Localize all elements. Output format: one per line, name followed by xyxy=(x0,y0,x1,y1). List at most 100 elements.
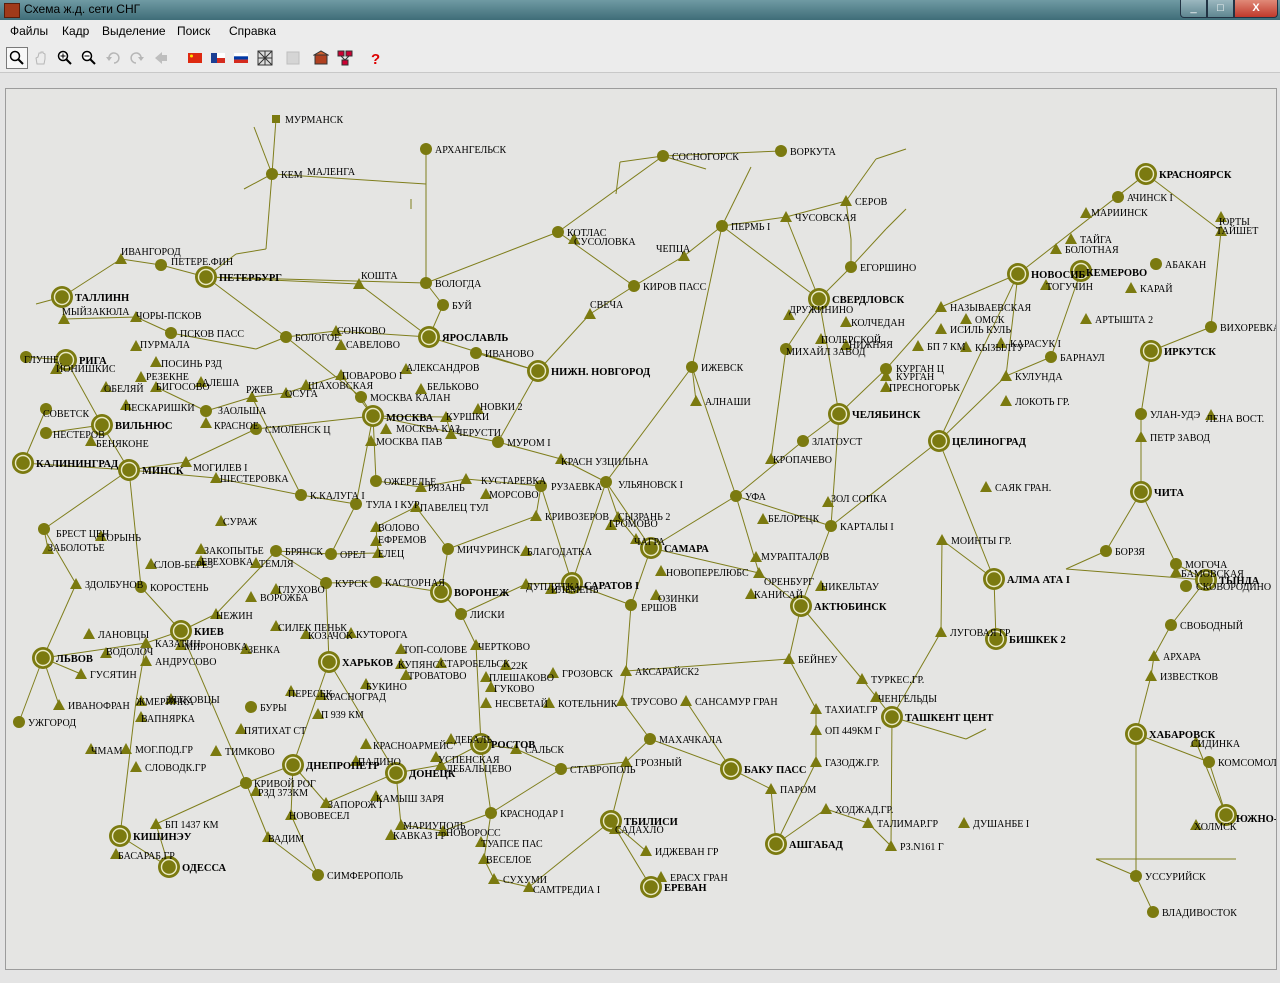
station-marker[interactable] xyxy=(552,226,564,238)
major-station-marker[interactable] xyxy=(720,758,742,780)
junction-marker[interactable] xyxy=(1135,431,1147,442)
zoom-in-tool[interactable] xyxy=(54,47,76,69)
menu-search[interactable]: Поиск xyxy=(177,24,210,38)
russia-flag[interactable] xyxy=(230,47,252,69)
junction-marker[interactable] xyxy=(1050,243,1062,254)
junction-marker[interactable] xyxy=(690,395,702,406)
junction-marker[interactable] xyxy=(912,340,924,351)
junction-marker[interactable] xyxy=(780,211,792,222)
station-marker[interactable] xyxy=(628,280,640,292)
station-marker[interactable] xyxy=(625,599,637,611)
junction-marker[interactable] xyxy=(1000,395,1012,406)
junction-marker[interactable] xyxy=(360,738,372,749)
station-marker[interactable] xyxy=(470,347,482,359)
minimize-button[interactable]: _ xyxy=(1180,0,1207,18)
station-marker[interactable] xyxy=(657,150,669,162)
junction-marker[interactable] xyxy=(75,668,87,679)
station-marker[interactable] xyxy=(272,115,280,123)
station-marker[interactable] xyxy=(40,427,52,439)
station-marker[interactable] xyxy=(1045,351,1057,363)
major-station-marker[interactable] xyxy=(640,876,662,898)
station-marker[interactable] xyxy=(155,259,167,271)
junction-marker[interactable] xyxy=(936,534,948,545)
junction-marker[interactable] xyxy=(70,578,82,589)
junction-marker[interactable] xyxy=(1145,670,1157,681)
help-tool[interactable]: ? xyxy=(364,47,386,69)
station-marker[interactable] xyxy=(775,145,787,157)
junction-marker[interactable] xyxy=(935,301,947,312)
major-station-marker[interactable] xyxy=(983,568,1005,590)
junction-marker[interactable] xyxy=(380,423,392,434)
major-station-marker[interactable] xyxy=(282,754,304,776)
major-station-marker[interactable] xyxy=(1135,163,1157,185)
junction-marker[interactable] xyxy=(83,628,95,639)
junction-marker[interactable] xyxy=(488,873,500,884)
major-station-marker[interactable] xyxy=(1140,340,1162,362)
junction-marker[interactable] xyxy=(1148,650,1160,661)
station-marker[interactable] xyxy=(644,733,656,745)
junction-marker[interactable] xyxy=(783,653,795,664)
station-marker[interactable] xyxy=(1180,580,1192,592)
station-marker[interactable] xyxy=(825,520,837,532)
junction-marker[interactable] xyxy=(765,783,777,794)
station-marker[interactable] xyxy=(686,361,698,373)
building-tool[interactable] xyxy=(310,47,332,69)
junction-marker[interactable] xyxy=(960,313,972,324)
close-button[interactable]: X xyxy=(1234,0,1278,18)
menu-files[interactable]: Файлы xyxy=(10,24,48,38)
station-marker[interactable] xyxy=(1150,258,1162,270)
china-flag[interactable] xyxy=(184,47,206,69)
station-marker[interactable] xyxy=(485,807,497,819)
menu-selection[interactable]: Выделение xyxy=(102,24,166,38)
network-tool[interactable] xyxy=(334,47,356,69)
major-station-marker[interactable] xyxy=(118,459,140,481)
junction-marker[interactable] xyxy=(935,323,947,334)
station-marker[interactable] xyxy=(370,475,382,487)
major-station-marker[interactable] xyxy=(765,833,787,855)
junction-marker[interactable] xyxy=(680,695,692,706)
junction-marker[interactable] xyxy=(810,724,822,735)
major-station-marker[interactable] xyxy=(1007,263,1029,285)
station-marker[interactable] xyxy=(245,701,257,713)
major-station-marker[interactable] xyxy=(12,452,34,474)
station-marker[interactable] xyxy=(437,299,449,311)
station-marker[interactable] xyxy=(1112,191,1124,203)
station-marker[interactable] xyxy=(370,576,382,588)
major-station-marker[interactable] xyxy=(195,266,217,288)
junction-marker[interactable] xyxy=(616,695,628,706)
major-station-marker[interactable] xyxy=(109,825,131,847)
junction-marker[interactable] xyxy=(245,591,257,602)
station-marker[interactable] xyxy=(1130,870,1142,882)
junction-marker[interactable] xyxy=(840,195,852,206)
station-marker[interactable] xyxy=(1205,321,1217,333)
station-marker[interactable] xyxy=(13,716,25,728)
junction-marker[interactable] xyxy=(640,845,652,856)
station-marker[interactable] xyxy=(312,869,324,881)
station-marker[interactable] xyxy=(280,331,292,343)
station-marker[interactable] xyxy=(266,168,278,180)
junction-marker[interactable] xyxy=(210,745,222,756)
major-station-marker[interactable] xyxy=(51,286,73,308)
major-station-marker[interactable] xyxy=(362,405,384,427)
station-marker[interactable] xyxy=(797,435,809,447)
junction-marker[interactable] xyxy=(810,703,822,714)
junction-marker[interactable] xyxy=(810,756,822,767)
station-marker[interactable] xyxy=(716,220,728,232)
major-station-marker[interactable] xyxy=(318,651,340,673)
junction-marker[interactable] xyxy=(820,803,832,814)
maximize-button[interactable]: □ xyxy=(1207,0,1234,18)
station-marker[interactable] xyxy=(730,490,742,502)
junction-marker[interactable] xyxy=(150,818,162,829)
junction-marker[interactable] xyxy=(1080,313,1092,324)
junction-marker[interactable] xyxy=(980,481,992,492)
menu-help[interactable]: Справка xyxy=(229,24,276,38)
major-station-marker[interactable] xyxy=(32,647,54,669)
station-marker[interactable] xyxy=(355,391,367,403)
layers-tool[interactable] xyxy=(282,47,304,69)
station-marker[interactable] xyxy=(270,545,282,557)
mongolia-flag[interactable] xyxy=(207,47,229,69)
junction-marker[interactable] xyxy=(1125,282,1137,293)
station-marker[interactable] xyxy=(1165,619,1177,631)
undo-tool[interactable] xyxy=(102,47,124,69)
major-station-marker[interactable] xyxy=(881,706,903,728)
